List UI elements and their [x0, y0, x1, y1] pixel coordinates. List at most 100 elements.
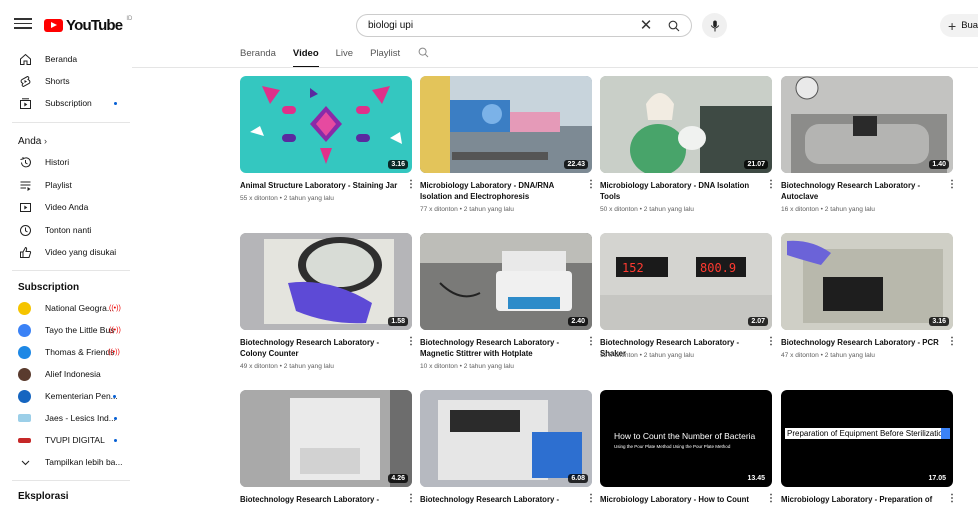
- menu-icon[interactable]: [14, 15, 32, 33]
- sidebar-item-history[interactable]: Histori: [0, 151, 132, 173]
- sidebar-you-heading[interactable]: Anda ›: [0, 130, 132, 152]
- more-options-icon[interactable]: ⋮: [947, 180, 957, 190]
- sidebar-sub-channel[interactable]: TVUPI DIGITAL: [0, 429, 132, 451]
- video-title[interactable]: Animal Structure Laboratory - Staining J…: [240, 180, 400, 191]
- video-thumbnail[interactable]: How to Count the Number of Bacteria Usin…: [600, 390, 772, 487]
- sidebar-sub-channel[interactable]: National Geogra... ((•)): [0, 297, 132, 319]
- video-title[interactable]: Microbiology Laboratory - DNA/RNA Isolat…: [420, 180, 580, 202]
- video-title[interactable]: Microbiology Laboratory - How to Count: [600, 494, 760, 505]
- divider: [12, 122, 130, 123]
- video-thumbnail[interactable]: Preparation of Equipment Before Steriliz…: [781, 390, 953, 487]
- video-title[interactable]: Biotechnology Research Laboratory -: [420, 494, 580, 505]
- video-card: 2.40 Biotechnology Research Laboratory -…: [420, 233, 596, 373]
- tab-home[interactable]: Beranda: [240, 46, 276, 68]
- video-title[interactable]: Biotechnology Research Laboratory - PCR: [781, 337, 941, 348]
- more-options-icon[interactable]: ⋮: [766, 180, 776, 190]
- sidebar-item-your-videos[interactable]: Video Anda: [0, 196, 132, 218]
- your-videos-icon: [18, 200, 32, 214]
- youtube-logo[interactable]: YouTube ID: [44, 16, 132, 34]
- video-title[interactable]: Biotechnology Research Laboratory - Auto…: [781, 180, 941, 202]
- search-button[interactable]: [657, 15, 691, 36]
- top-bar: YouTube ID ✕ + Buat: [0, 0, 978, 50]
- video-thumbnail[interactable]: 22.43: [420, 76, 592, 173]
- more-options-icon[interactable]: ⋮: [586, 337, 596, 347]
- video-card: How to Count the Number of Bacteria Usin…: [600, 390, 776, 506]
- video-thumbnail[interactable]: 4.26: [240, 390, 412, 487]
- sidebar-item-liked[interactable]: Video yang disukai: [0, 241, 132, 263]
- video-thumbnail[interactable]: 3.16: [240, 76, 412, 173]
- video-title[interactable]: Biotechnology Research Laboratory - Colo…: [240, 337, 400, 359]
- video-duration: 13.45: [744, 474, 768, 483]
- sidebar-item-watch-later[interactable]: Tonton nanti: [0, 219, 132, 241]
- video-duration: 3.16: [388, 160, 408, 169]
- video-title[interactable]: Microbiology Laboratory - Preparation of: [781, 494, 941, 505]
- microphone-icon: [710, 20, 719, 31]
- tab-videos[interactable]: Video: [292, 46, 319, 68]
- more-options-icon[interactable]: ⋮: [766, 337, 776, 347]
- video-thumbnail[interactable]: 1.40: [781, 76, 953, 173]
- video-title[interactable]: Biotechnology Research Laboratory -: [240, 494, 400, 505]
- video-card: 22.43 Microbiology Laboratory - DNA/RNA …: [420, 76, 596, 216]
- youtube-play-icon: [44, 19, 63, 32]
- sidebar-sub-channel[interactable]: Alief Indonesia: [0, 363, 132, 385]
- sidebar-show-more[interactable]: Tampilkan lebih ba...: [0, 451, 132, 473]
- sidebar-sub-channel[interactable]: Kementerian Pen...: [0, 385, 132, 407]
- more-options-icon[interactable]: ⋮: [406, 337, 416, 347]
- video-thumbnail[interactable]: 152 800.9 2.07: [600, 233, 772, 330]
- sidebar-sub-channel[interactable]: Thomas & Friends ((•)): [0, 341, 132, 363]
- voice-search-button[interactable]: [702, 13, 727, 38]
- video-meta: 55 x ditonton • 2 tahun yang lalu: [240, 195, 334, 202]
- tab-live[interactable]: Live: [336, 46, 353, 68]
- more-options-icon[interactable]: ⋮: [947, 494, 957, 504]
- video-meta: 50 x ditonton • 2 tahun yang lalu: [600, 206, 694, 213]
- live-icon: ((•)): [109, 326, 121, 334]
- sidebar-item-home[interactable]: Beranda: [0, 48, 132, 70]
- create-button[interactable]: + Buat: [940, 14, 978, 37]
- sidebar-item-label: Tonton nanti: [45, 225, 92, 235]
- more-options-icon[interactable]: ⋮: [586, 180, 596, 190]
- live-icon: ((•)): [108, 348, 120, 356]
- sidebar-item-shorts[interactable]: Shorts: [0, 70, 132, 92]
- video-thumbnail[interactable]: 21.07: [600, 76, 772, 173]
- more-options-icon[interactable]: ⋮: [947, 337, 957, 347]
- sidebar-sub-channel[interactable]: Tayo the Little Bus ((•)): [0, 319, 132, 341]
- divider: [12, 270, 130, 271]
- video-title[interactable]: Microbiology Laboratory - DNA Isolation …: [600, 180, 760, 202]
- channel-name: TVUPI DIGITAL: [45, 435, 105, 445]
- video-duration: 4.26: [388, 474, 408, 483]
- video-meta: 16 x ditonton • 2 tahun yang lalu: [781, 206, 875, 213]
- video-thumbnail[interactable]: 6.08: [420, 390, 592, 487]
- more-options-icon[interactable]: ⋮: [766, 494, 776, 504]
- channel-tabs: Beranda Video Live Playlist: [240, 46, 429, 68]
- thumbnail-caption-title: How to Count the Number of Bacteria: [614, 431, 756, 441]
- channel-avatar: [18, 345, 31, 359]
- channel-avatar: [18, 301, 31, 315]
- video-meta: 10 x ditonton • 2 tahun yang lalu: [420, 363, 514, 370]
- video-duration: 2.07: [748, 317, 768, 326]
- more-options-icon[interactable]: ⋮: [586, 494, 596, 504]
- video-card: 1.40 Biotechnology Research Laboratory -…: [781, 76, 957, 216]
- tabs-divider: [132, 67, 978, 68]
- more-options-icon[interactable]: ⋮: [406, 180, 416, 190]
- sidebar: Beranda Shorts Subscription Anda › Histo…: [0, 46, 132, 506]
- video-duration: 6.08: [568, 474, 588, 483]
- clear-search-icon[interactable]: ✕: [635, 15, 657, 37]
- sidebar-item-label: Beranda: [45, 54, 78, 64]
- svg-text:800.9: 800.9: [700, 261, 736, 275]
- video-title[interactable]: Biotechnology Research Laboratory - Magn…: [420, 337, 580, 359]
- channel-search-icon[interactable]: [418, 46, 429, 68]
- sidebar-item-label: Playlist: [45, 180, 72, 190]
- sidebar-item-playlist[interactable]: Playlist: [0, 174, 132, 196]
- video-thumbnail[interactable]: 1.58: [240, 233, 412, 330]
- sidebar-item-subscriptions[interactable]: Subscription: [0, 92, 132, 114]
- search-input[interactable]: [357, 15, 635, 36]
- video-card: 1.58 Biotechnology Research Laboratory -…: [240, 233, 416, 373]
- more-options-icon[interactable]: ⋮: [406, 494, 416, 504]
- channel-avatar: [18, 414, 31, 422]
- tab-playlists[interactable]: Playlist: [370, 46, 400, 68]
- sidebar-sub-channel[interactable]: Jaes - Lesics Ind...: [0, 407, 132, 429]
- video-thumbnail[interactable]: 2.40: [420, 233, 592, 330]
- sidebar-item-label: Video yang disukai: [45, 247, 117, 257]
- home-icon: [18, 52, 32, 66]
- video-thumbnail[interactable]: 3.16: [781, 233, 953, 330]
